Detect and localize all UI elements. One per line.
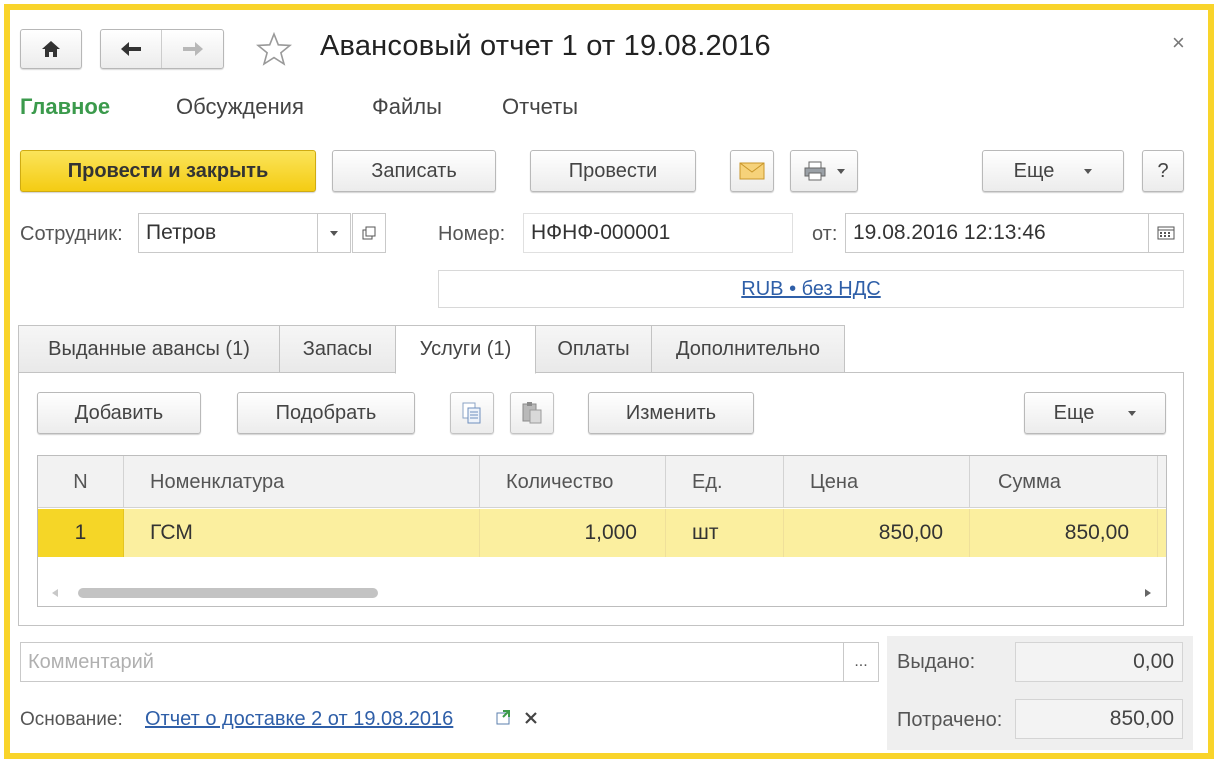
comment-field[interactable]: Комментарий: [20, 642, 844, 682]
issued-amount: 0,00: [1015, 642, 1183, 682]
row-sum[interactable]: 850,00: [970, 509, 1158, 557]
tab-advances[interactable]: Выданные авансы (1): [18, 325, 280, 373]
table-header: N Номенклатура Количество Ед. Цена Сумма: [38, 456, 1166, 508]
currency-info: RUB • без НДС: [438, 270, 1184, 308]
save-button[interactable]: Записать: [332, 150, 496, 192]
tab-more-label: Еще: [1053, 401, 1095, 424]
paste-icon: [522, 402, 542, 424]
forward-button[interactable]: [162, 30, 223, 68]
chevron-down-icon: [330, 230, 338, 236]
clear-icon[interactable]: [524, 711, 538, 725]
number-field[interactable]: НФНФ-000001: [523, 213, 793, 253]
back-forward-group: [100, 29, 224, 69]
calendar-icon: [1157, 226, 1175, 240]
post-and-close-button[interactable]: Провести и закрыть: [20, 150, 316, 192]
basis-label: Основание:: [20, 709, 123, 730]
spent-label: Потрачено:: [897, 709, 1003, 731]
home-icon: [42, 41, 60, 57]
tab-inventory[interactable]: Запасы: [279, 325, 396, 373]
more-button-label: Еще: [1013, 159, 1055, 182]
spent-amount: 850,00: [1015, 699, 1183, 739]
date-field[interactable]: 19.08.2016 12:13:46: [845, 213, 1149, 253]
column-header-unit[interactable]: Ед.: [666, 456, 784, 508]
column-header-price[interactable]: Цена: [784, 456, 970, 508]
employee-field[interactable]: Петров: [138, 213, 318, 253]
tab-more-button[interactable]: Еще: [1024, 392, 1166, 434]
menu-main[interactable]: Главное: [20, 94, 110, 120]
chevron-down-icon: [1128, 410, 1137, 416]
email-button[interactable]: [730, 150, 774, 192]
table-row[interactable]: 1 ГСМ 1,000 шт 850,00 850,00: [38, 509, 1166, 557]
scroll-thumb[interactable]: [78, 588, 378, 598]
column-header-n[interactable]: N: [38, 456, 124, 508]
number-label: Номер:: [438, 223, 506, 245]
tab-payments[interactable]: Оплаты: [535, 325, 652, 373]
tab-services[interactable]: Услуги (1): [395, 325, 536, 374]
print-button[interactable]: [790, 150, 858, 192]
employee-dropdown-button[interactable]: [317, 213, 351, 253]
document-title: Авансовый отчет 1 от 19.08.2016: [320, 30, 771, 62]
menu-discussions[interactable]: Обсуждения: [176, 94, 304, 120]
back-button[interactable]: [101, 30, 163, 68]
menu-files[interactable]: Файлы: [372, 94, 442, 120]
post-button[interactable]: Провести: [530, 150, 696, 192]
comment-expand-button[interactable]: ...: [843, 642, 879, 682]
chevron-down-icon: [837, 168, 845, 174]
calendar-button[interactable]: [1148, 213, 1184, 253]
change-button[interactable]: Изменить: [588, 392, 754, 434]
tab-additional[interactable]: Дополнительно: [651, 325, 845, 373]
menu-reports[interactable]: Отчеты: [502, 94, 578, 120]
pick-button[interactable]: Подобрать: [237, 392, 415, 434]
scroll-right-icon[interactable]: [1145, 589, 1151, 597]
row-quantity[interactable]: 1,000: [480, 509, 666, 557]
paste-button[interactable]: [510, 392, 554, 434]
more-button[interactable]: Еще: [982, 150, 1124, 192]
copy-button[interactable]: [450, 392, 494, 434]
star-icon[interactable]: [256, 32, 292, 66]
row-number: 1: [38, 509, 124, 557]
arrow-right-icon: [182, 42, 203, 56]
help-button[interactable]: ?: [1142, 150, 1184, 192]
row-price[interactable]: 850,00: [784, 509, 970, 557]
column-header-quantity[interactable]: Количество: [480, 456, 666, 508]
basis-link[interactable]: Отчет о доставке 2 от 19.08.2016: [145, 708, 453, 731]
close-icon[interactable]: ×: [1172, 30, 1185, 56]
row-unit[interactable]: шт: [666, 509, 784, 557]
arrow-left-icon: [121, 42, 141, 56]
date-label: от:: [812, 223, 838, 245]
horizontal-scrollbar[interactable]: [38, 584, 1166, 602]
printer-icon: [804, 161, 826, 181]
home-button[interactable]: [20, 29, 82, 69]
currency-vat-link[interactable]: RUB • без НДС: [741, 278, 880, 301]
copy-icon: [462, 402, 481, 424]
scroll-left-icon[interactable]: [52, 589, 58, 597]
envelope-icon: [739, 162, 765, 180]
add-button[interactable]: Добавить: [37, 392, 201, 434]
employee-open-button[interactable]: [352, 213, 386, 253]
employee-label: Сотрудник:: [20, 223, 123, 245]
column-header-sum[interactable]: Сумма: [970, 456, 1158, 508]
select-document-icon[interactable]: [496, 710, 514, 726]
column-header-item[interactable]: Номенклатура: [124, 456, 480, 508]
services-table: N Номенклатура Количество Ед. Цена Сумма…: [37, 455, 1167, 607]
issued-label: Выдано:: [897, 651, 976, 673]
row-item[interactable]: ГСМ: [124, 509, 480, 557]
chevron-down-icon: [1084, 168, 1093, 174]
open-window-icon: [362, 226, 376, 240]
